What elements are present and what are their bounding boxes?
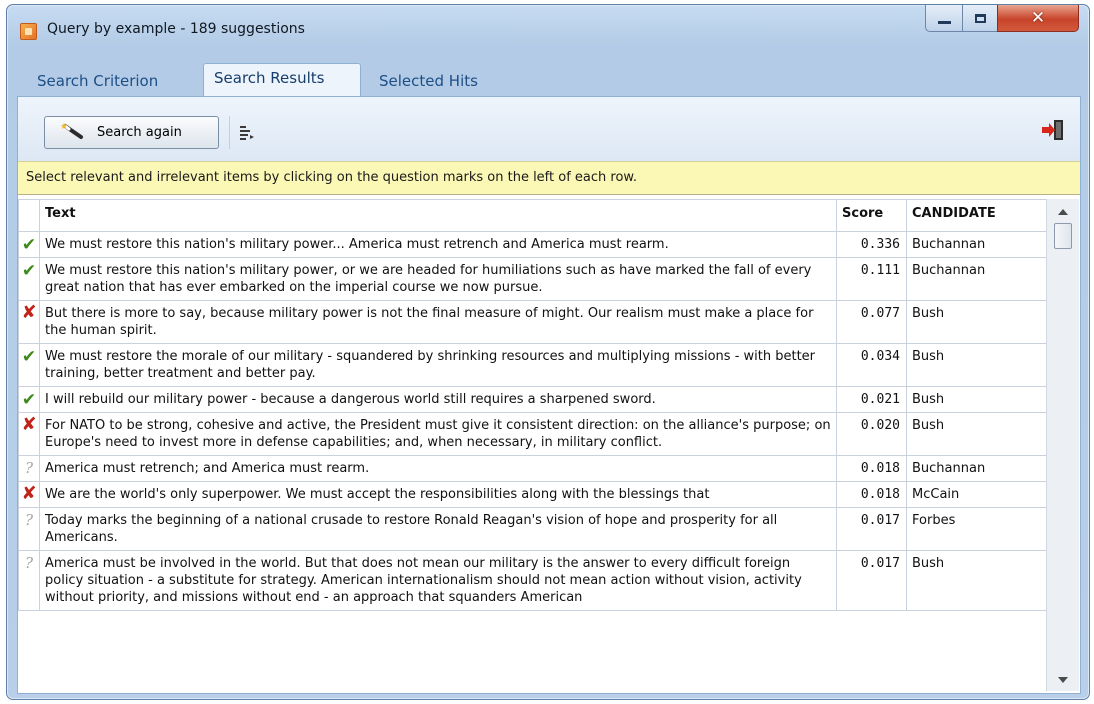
app-icon (20, 23, 37, 40)
table-row[interactable]: ✔ We must restore the morale of our milit… (18, 343, 1046, 387)
cell-text: America must be involved in the world. B… (39, 550, 837, 611)
relevance-toggle[interactable]: ? (18, 455, 40, 482)
cell-candidate: Bush (906, 300, 1046, 344)
cell-text: I will rebuild our military power - beca… (39, 386, 837, 413)
table-row[interactable]: ✘ For NATO to be strong, cohesive and act… (18, 412, 1046, 456)
table-row[interactable]: ✔ I will rebuild our military power - bec… (18, 386, 1046, 413)
magic-wand-icon (61, 123, 83, 139)
query-window: Query by example - 189 suggestions ✕ Sea… (6, 4, 1090, 700)
column-header-score[interactable]: Score (836, 199, 907, 232)
relevance-toggle[interactable]: ✘ (18, 412, 40, 456)
results-table: Text Score CANDIDATE ✔ We must restore th… (18, 199, 1046, 611)
list-view-icon (239, 125, 254, 140)
relevance-toggle[interactable]: ? (18, 550, 40, 611)
cell-text: For NATO to be strong, cohesive and acti… (39, 412, 837, 456)
column-header-text[interactable]: Text (39, 199, 837, 232)
table-row[interactable]: ✘ We are the world's only superpower. We … (18, 481, 1046, 508)
cell-candidate: Bush (906, 343, 1046, 387)
cell-candidate: Buchannan (906, 455, 1046, 482)
cell-score: 0.017 (836, 507, 907, 551)
tab-search-results[interactable]: Search Results (203, 63, 361, 97)
search-again-label: Search again (97, 125, 182, 140)
check-icon[interactable]: ✔ (22, 349, 36, 366)
cell-text: America must retrench; and America must … (39, 455, 837, 482)
relevance-toggle[interactable]: ? (18, 507, 40, 551)
check-icon[interactable]: ✔ (22, 237, 36, 254)
cell-text: We are the world's only superpower. We m… (39, 481, 837, 508)
maximize-button[interactable] (962, 5, 998, 32)
table-row[interactable]: ? America must retrench; and America must… (18, 455, 1046, 482)
cell-score: 0.018 (836, 481, 907, 508)
cross-icon[interactable]: ✘ (21, 485, 36, 503)
table-row[interactable]: ✘ But there is more to say, because milit… (18, 300, 1046, 344)
search-results-panel: Search again Select relevant and irrelev… (17, 96, 1081, 694)
relevance-toggle[interactable]: ✔ (18, 343, 40, 387)
relevance-toggle[interactable]: ✘ (18, 300, 40, 344)
tab-search-criterion[interactable]: Search Criterion (27, 67, 168, 96)
search-again-button[interactable]: Search again (44, 116, 219, 149)
scroll-thumb[interactable] (1054, 223, 1072, 249)
cell-score: 0.111 (836, 257, 907, 301)
cell-score: 0.336 (836, 231, 907, 258)
tab-bar: Search Criterion Search Results Selected… (7, 63, 1089, 97)
close-button[interactable]: ✕ (997, 5, 1079, 32)
cell-score: 0.021 (836, 386, 907, 413)
question-icon[interactable]: ? (25, 460, 33, 477)
cell-text: We must restore this nation's military p… (39, 257, 837, 301)
question-icon[interactable]: ? (25, 555, 33, 572)
check-icon[interactable]: ✔ (22, 263, 36, 280)
window-title: Query by example - 189 suggestions (47, 21, 305, 37)
title-bar: Query by example - 189 suggestions ✕ (7, 5, 1089, 55)
close-icon: ✕ (1030, 8, 1046, 28)
cell-candidate: Bush (906, 386, 1046, 413)
cell-score: 0.020 (836, 412, 907, 456)
cell-score: 0.017 (836, 550, 907, 611)
minimize-button[interactable] (925, 5, 963, 32)
check-icon[interactable]: ✔ (22, 392, 36, 409)
relevance-toggle[interactable]: ✔ (18, 386, 40, 413)
cell-text: But there is more to say, because milita… (39, 300, 837, 344)
cross-icon[interactable]: ✘ (21, 304, 36, 322)
table-row[interactable]: ? America must be involved in the world. … (18, 550, 1046, 611)
cell-score: 0.077 (836, 300, 907, 344)
scroll-up-arrow-icon[interactable] (1058, 209, 1068, 215)
cell-score: 0.034 (836, 343, 907, 387)
tab-selected-hits[interactable]: Selected Hits (369, 67, 488, 96)
table-row[interactable]: ? Today marks the beginning of a national… (18, 507, 1046, 551)
cell-candidate: Buchannan (906, 257, 1046, 301)
column-header-status (18, 199, 40, 232)
table-row[interactable]: ✔ We must restore this nation's military … (18, 257, 1046, 301)
cell-text: We must restore this nation's military p… (39, 231, 837, 258)
cell-candidate: McCain (906, 481, 1046, 508)
table-row[interactable]: ✔ We must restore this nation's military … (18, 231, 1046, 258)
toolbar: Search again (18, 97, 1080, 161)
exit-icon[interactable] (1042, 120, 1064, 140)
minimize-icon (937, 20, 951, 24)
relevance-toggle[interactable]: ✘ (18, 481, 40, 508)
header-row: Text Score CANDIDATE (18, 199, 1046, 232)
column-header-candidate[interactable]: CANDIDATE (906, 199, 1046, 232)
cell-candidate: Bush (906, 412, 1046, 456)
instruction-banner: Select relevant and irrelevant items by … (18, 161, 1080, 195)
vertical-scrollbar[interactable] (1046, 199, 1079, 691)
relevance-toggle[interactable]: ✔ (18, 231, 40, 258)
cell-candidate: Bush (906, 550, 1046, 611)
results-grid: Text Score CANDIDATE ✔ We must restore th… (18, 199, 1046, 691)
cell-text: Today marks the beginning of a national … (39, 507, 837, 551)
question-icon[interactable]: ? (25, 512, 33, 529)
cell-text: We must restore the morale of our milita… (39, 343, 837, 387)
cell-score: 0.018 (836, 455, 907, 482)
relevance-toggle[interactable]: ✔ (18, 257, 40, 301)
cell-candidate: Buchannan (906, 231, 1046, 258)
maximize-icon (974, 13, 986, 23)
cell-candidate: Forbes (906, 507, 1046, 551)
list-view-button[interactable] (229, 116, 263, 149)
cross-icon[interactable]: ✘ (21, 416, 36, 434)
scroll-down-arrow-icon[interactable] (1058, 677, 1068, 683)
